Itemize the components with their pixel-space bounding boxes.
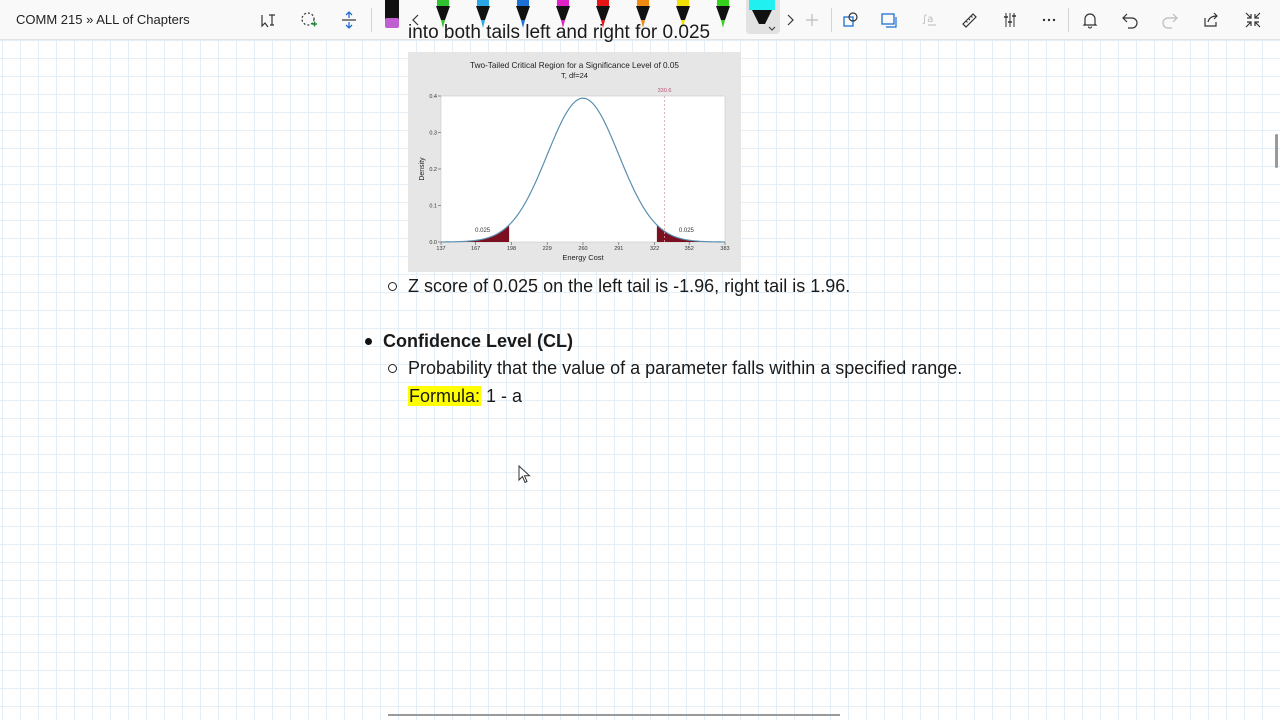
divider <box>831 8 832 32</box>
lasso-select-icon[interactable] <box>295 6 323 34</box>
y-tick-label: 0.1 <box>429 204 437 210</box>
right-tail-label: 0.025 <box>679 228 695 234</box>
x-tick-label: 291 <box>614 246 623 252</box>
ink-to-text-icon[interactable] <box>254 6 282 34</box>
add-space-icon[interactable] <box>335 6 363 34</box>
z-score-note: Z score of 0.025 on the left tail is -1.… <box>408 276 851 296</box>
divider <box>371 8 372 32</box>
x-tick-label: 229 <box>543 246 552 252</box>
ruler-icon[interactable] <box>955 6 983 34</box>
chart-title: Two-Tailed Critical Region for a Signifi… <box>470 61 679 70</box>
formula-value: 1 - a <box>481 386 523 406</box>
x-tick-label: 260 <box>578 246 587 252</box>
x-tick-label: 198 <box>507 246 516 252</box>
collapse-icon[interactable] <box>1239 6 1267 34</box>
redo-icon[interactable] <box>1156 6 1184 34</box>
undo-icon[interactable] <box>1116 6 1144 34</box>
cl-definition: Probability that the value of a paramete… <box>408 358 963 378</box>
reference-line-label: 330.6 <box>658 88 672 94</box>
y-axis-label: Density <box>419 157 426 181</box>
y-tick-label: 0.0 <box>429 240 437 246</box>
formula-label: Formula: <box>408 386 482 406</box>
t-distribution-figure[interactable]: Two-Tailed Critical Region for a Signifi… <box>408 52 741 272</box>
mouse-pointer-icon <box>518 465 531 484</box>
y-tick-label: 0.2 <box>429 167 437 173</box>
x-tick-label: 352 <box>685 246 694 252</box>
svg-text:∫a: ∫a <box>922 14 933 25</box>
x-tick-label: 167 <box>471 246 480 252</box>
page-bottom-rule <box>388 714 840 716</box>
plot-area <box>440 95 726 243</box>
formula-line: Formula: 1 - a <box>408 386 522 407</box>
sub-bullet <box>388 364 397 373</box>
pen-lime[interactable] <box>713 0 733 34</box>
ink-to-text-convert-icon[interactable] <box>875 6 903 34</box>
chart-subtitle: T, df=24 <box>561 71 588 80</box>
left-tail-label: 0.025 <box>475 228 491 234</box>
confidence-level-heading: Confidence Level (CL) <box>383 331 574 351</box>
x-tick-label: 137 <box>436 246 445 252</box>
divider <box>1068 8 1069 32</box>
y-tick-label: 0.4 <box>429 94 437 100</box>
x-tick-label: 322 <box>650 246 659 252</box>
x-axis-label: Energy Cost <box>562 253 604 262</box>
main-bullet <box>365 338 372 345</box>
bell-icon[interactable] <box>1076 6 1104 34</box>
share-icon[interactable] <box>1197 6 1225 34</box>
ink-to-math-icon[interactable]: ∫a <box>915 6 943 34</box>
clipped-text-line: into both tails left and right for 0.025 <box>408 22 711 43</box>
pen-black[interactable] <box>382 0 402 34</box>
settings-icon[interactable] <box>996 6 1024 34</box>
x-tick-label: 383 <box>720 246 729 252</box>
highlighter-cyan[interactable] <box>746 0 780 34</box>
sub-bullet <box>388 282 397 291</box>
more-icon[interactable] <box>1035 6 1063 34</box>
y-tick-label: 0.3 <box>429 131 437 137</box>
plus-icon[interactable] <box>798 6 826 34</box>
t-distribution-chart: Two-Tailed Critical Region for a Signifi… <box>408 52 741 272</box>
vertical-scrollbar-thumb[interactable] <box>1275 134 1278 168</box>
notebook-title[interactable]: COMM 215 » ALL of Chapters <box>16 12 190 27</box>
ink-to-shape-icon[interactable] <box>837 6 865 34</box>
